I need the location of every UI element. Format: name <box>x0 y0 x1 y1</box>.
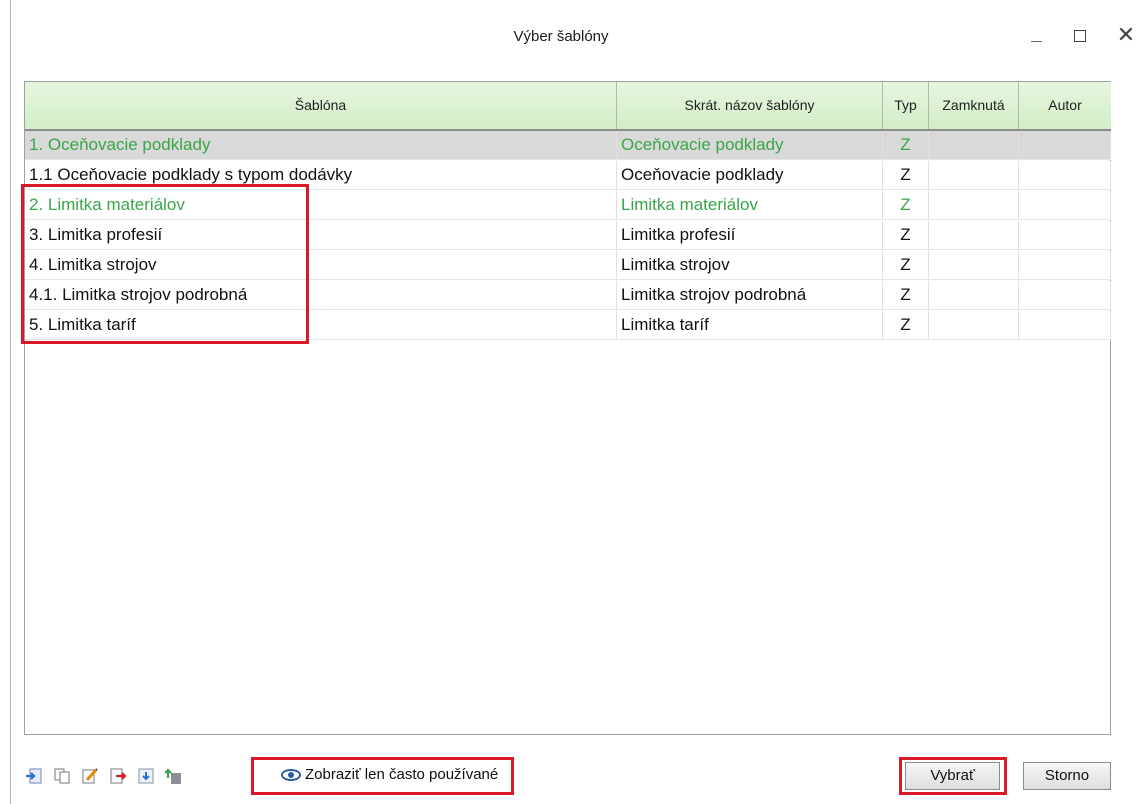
column-header-template[interactable]: Šablóna <box>25 82 617 129</box>
cell-template: 1. Oceňovacie podklady <box>25 131 617 159</box>
cell-short-name: Limitka taríf <box>617 311 883 339</box>
column-header-short-name[interactable]: Skrát. názov šablóny <box>617 82 883 129</box>
cell-author <box>1019 281 1111 309</box>
import-icon[interactable] <box>25 767 43 785</box>
cell-short-name: Limitka strojov podrobná <box>617 281 883 309</box>
recycle-icon[interactable] <box>165 767 183 785</box>
cell-type: Z <box>883 161 929 189</box>
cell-locked <box>929 161 1019 189</box>
cell-locked <box>929 221 1019 249</box>
cell-short-name: Limitka profesií <box>617 221 883 249</box>
table-row[interactable]: 1. Oceňovacie podklady Oceňovacie podkla… <box>25 131 1111 160</box>
highlight-select-box <box>899 757 1007 795</box>
cell-locked <box>929 281 1019 309</box>
cell-type: Z <box>883 281 929 309</box>
close-icon[interactable]: ✕ <box>1111 20 1137 50</box>
download-icon[interactable] <box>137 767 155 785</box>
copy-icon[interactable] <box>53 767 71 785</box>
column-header-type[interactable]: Typ <box>883 82 929 129</box>
table-header: Šablóna Skrát. názov šablóny Typ Zamknut… <box>25 82 1111 131</box>
minimize-icon[interactable] <box>1023 22 1053 52</box>
cell-locked <box>929 191 1019 219</box>
column-header-author[interactable]: Autor <box>1019 82 1111 129</box>
cell-short-name: Oceňovacie podklady <box>617 131 883 159</box>
cell-type: Z <box>883 221 929 249</box>
title-bar: Výber šablóny ✕ <box>11 0 1137 60</box>
highlight-templates-box <box>21 184 309 344</box>
cell-short-name: Limitka strojov <box>617 251 883 279</box>
maximize-icon[interactable] <box>1066 22 1096 52</box>
cell-author <box>1019 191 1111 219</box>
cell-author <box>1019 251 1111 279</box>
cell-author <box>1019 221 1111 249</box>
column-header-locked[interactable]: Zamknutá <box>929 82 1019 129</box>
template-selection-dialog: Výber šablóny ✕ Šablóna Skrát. názov šab… <box>10 0 1137 804</box>
cell-short-name: Limitka materiálov <box>617 191 883 219</box>
bottom-toolbar: Zobraziť len často používané Vybrať Stor… <box>11 740 1137 804</box>
dialog-title: Výber šablóny <box>513 28 609 45</box>
cell-type: Z <box>883 191 929 219</box>
edit-icon[interactable] <box>81 767 99 785</box>
cell-author <box>1019 311 1111 339</box>
export-icon[interactable] <box>109 767 127 785</box>
cell-locked <box>929 251 1019 279</box>
cell-locked <box>929 311 1019 339</box>
cell-type: Z <box>883 251 929 279</box>
cell-locked <box>929 131 1019 159</box>
cell-type: Z <box>883 311 929 339</box>
cancel-button[interactable]: Storno <box>1023 762 1111 790</box>
cell-type: Z <box>883 131 929 159</box>
highlight-toggle-box <box>251 757 514 795</box>
templates-table: Šablóna Skrát. názov šablóny Typ Zamknut… <box>24 81 1111 735</box>
cell-short-name: Oceňovacie podklady <box>617 161 883 189</box>
cell-author <box>1019 131 1111 159</box>
cell-author <box>1019 161 1111 189</box>
